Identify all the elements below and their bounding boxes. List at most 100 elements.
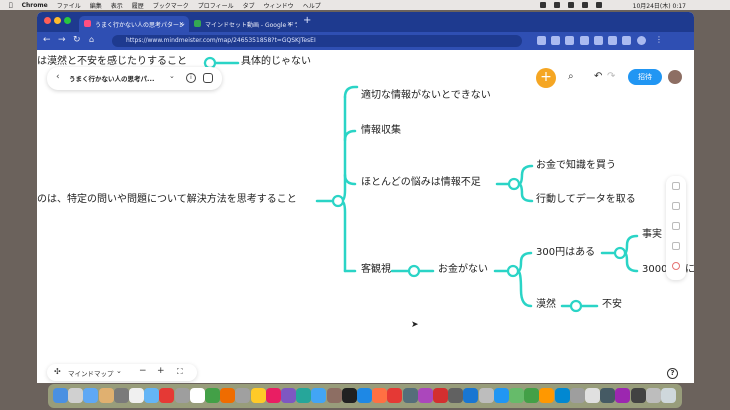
connections-icon[interactable] — [672, 242, 680, 250]
node-topic[interactable]: ほとんどの悩みは情報不足 — [361, 177, 481, 189]
search-icon[interactable]: ⌕ — [568, 71, 574, 82]
dock-app-icon[interactable] — [341, 388, 357, 403]
battery-icon[interactable] — [554, 2, 560, 8]
node-topic[interactable]: 300円はある — [536, 247, 595, 259]
dock-app-icon[interactable] — [189, 388, 205, 403]
extension-icon[interactable] — [594, 36, 603, 45]
control-center-icon[interactable] — [596, 2, 602, 8]
zoom-out-button[interactable]: − — [139, 366, 147, 376]
close-tab-icon[interactable]: ✕ — [179, 21, 184, 28]
node-topic[interactable]: 不安 — [602, 299, 622, 311]
menu-app-name[interactable]: Chrome — [22, 2, 48, 9]
dock-app-icon[interactable] — [68, 388, 84, 403]
dock-app-icon[interactable] — [357, 388, 372, 403]
mindmap-mode-icon[interactable]: ✣ — [54, 367, 61, 376]
dock-app-icon[interactable] — [98, 388, 114, 403]
close-tab-icon[interactable]: ✕ — [287, 21, 292, 28]
dock-app-icon[interactable] — [250, 388, 266, 403]
dock-app-icon[interactable] — [83, 388, 99, 403]
dock-app-icon[interactable] — [205, 388, 220, 403]
dock-app-icon[interactable] — [630, 388, 646, 403]
wifi-icon[interactable] — [568, 2, 574, 8]
menu-history[interactable]: 履歴 — [132, 1, 144, 10]
url-bar[interactable]: https://www.mindmeister.com/map/24653518… — [112, 35, 522, 47]
back-to-dashboard-icon[interactable]: ‹ — [56, 72, 60, 82]
collapse-node-handle[interactable] — [613, 246, 627, 260]
help-button[interactable]: ? — [667, 368, 678, 379]
node-topic[interactable]: 情報収集 — [361, 125, 401, 137]
collapse-node-handle[interactable] — [569, 299, 583, 313]
dock-app-icon[interactable] — [524, 388, 540, 403]
apple-icon[interactable]:  — [9, 2, 13, 9]
node-topic[interactable]: 客観視 — [361, 264, 391, 276]
tab-drive[interactable]: マインドセット動画 - Google ドライブ ✕ — [189, 16, 297, 32]
extension-icon[interactable] — [565, 36, 574, 45]
close-window-icon[interactable] — [44, 17, 51, 24]
node-topic[interactable]: に — [685, 264, 694, 276]
dock-app-icon[interactable] — [448, 388, 464, 403]
collapse-node-handle[interactable] — [506, 264, 520, 278]
extensions-puzzle-icon[interactable] — [608, 36, 617, 45]
node-topic[interactable]: 行動してデータを取る — [536, 194, 636, 206]
dock-app-icon[interactable] — [509, 388, 524, 403]
dock-app-icon[interactable] — [129, 388, 144, 403]
layout-icon[interactable] — [672, 182, 680, 190]
collapse-node-handle[interactable] — [331, 194, 345, 208]
dock-app-icon[interactable] — [296, 388, 312, 403]
zoom-window-icon[interactable] — [64, 17, 71, 24]
new-tab-button[interactable]: + — [303, 15, 311, 26]
dock-app-icon[interactable] — [311, 388, 327, 403]
tab-mindmap[interactable]: うまく行かない人の思考パターン ✕ — [79, 16, 189, 32]
dock-app-icon[interactable] — [265, 388, 281, 403]
node-topic[interactable]: お金で知識を買う — [536, 160, 616, 172]
dock-app-icon[interactable] — [326, 388, 342, 403]
menu-view[interactable]: 表示 — [111, 1, 123, 10]
dock-app-icon[interactable] — [569, 388, 585, 403]
node-topic[interactable]: 漠然 — [536, 299, 556, 311]
minimize-window-icon[interactable] — [54, 17, 61, 24]
back-icon[interactable]: ← — [43, 35, 51, 45]
dock-app-icon[interactable] — [372, 388, 388, 403]
node-topic[interactable]: 事実 — [642, 229, 662, 241]
chevron-down-icon[interactable]: ⌄ — [169, 72, 175, 80]
dock-app-icon[interactable] — [463, 388, 479, 403]
dock-app-icon[interactable] — [539, 388, 555, 403]
reload-icon[interactable]: ↻ — [73, 35, 81, 45]
dock-app-icon[interactable] — [478, 388, 494, 403]
zoom-in-button[interactable]: + — [157, 366, 165, 376]
dock-app-icon[interactable] — [387, 388, 403, 403]
info-icon[interactable]: i — [186, 73, 196, 83]
extension-icon[interactable] — [580, 36, 589, 45]
menu-help[interactable]: ヘルプ — [303, 1, 321, 10]
dock-app-icon[interactable] — [235, 388, 251, 403]
chevron-down-icon[interactable]: ⌄ — [116, 367, 122, 375]
dock-app-icon[interactable] — [493, 388, 509, 403]
dock-app-icon[interactable] — [53, 388, 68, 403]
menu-edit[interactable]: 編集 — [90, 1, 102, 10]
menu-tab[interactable]: タブ — [243, 1, 255, 10]
collapse-node-handle[interactable] — [407, 264, 421, 278]
dock-app-icon[interactable] — [159, 388, 175, 403]
cloud-sync-icon[interactable] — [203, 73, 213, 83]
dock-app-icon[interactable] — [600, 388, 616, 403]
menu-window[interactable]: ウィンドウ — [264, 1, 294, 10]
menu-file[interactable]: ファイル — [57, 1, 81, 10]
dock-app-icon[interactable] — [661, 388, 676, 403]
more-menu-icon[interactable]: ⋮ — [655, 35, 663, 44]
forward-icon[interactable]: → — [58, 35, 66, 45]
node-topic[interactable]: 3000 — [642, 264, 667, 276]
dock-app-icon[interactable] — [554, 388, 570, 403]
node-topic[interactable]: お金がない — [438, 264, 488, 276]
dock-app-icon[interactable] — [417, 388, 433, 403]
dock-app-icon[interactable] — [433, 388, 448, 403]
dock-app-icon[interactable] — [113, 388, 129, 403]
invite-button[interactable]: 招待 — [628, 69, 662, 85]
node-topic[interactable]: 具体的じゃない — [241, 56, 311, 68]
dock-app-icon[interactable] — [220, 388, 236, 403]
translate-icon[interactable] — [537, 36, 546, 45]
mindmap-canvas[interactable]: は漠然と不安を感じたりすること 具体的じゃない のは、特定の問いや問題について解… — [37, 50, 694, 383]
view-mode-label[interactable]: マインドマップ — [68, 368, 114, 378]
style-icon[interactable] — [672, 202, 680, 210]
menu-bookmarks[interactable]: ブックマーク — [153, 1, 189, 10]
outline-icon[interactable] — [672, 222, 680, 230]
